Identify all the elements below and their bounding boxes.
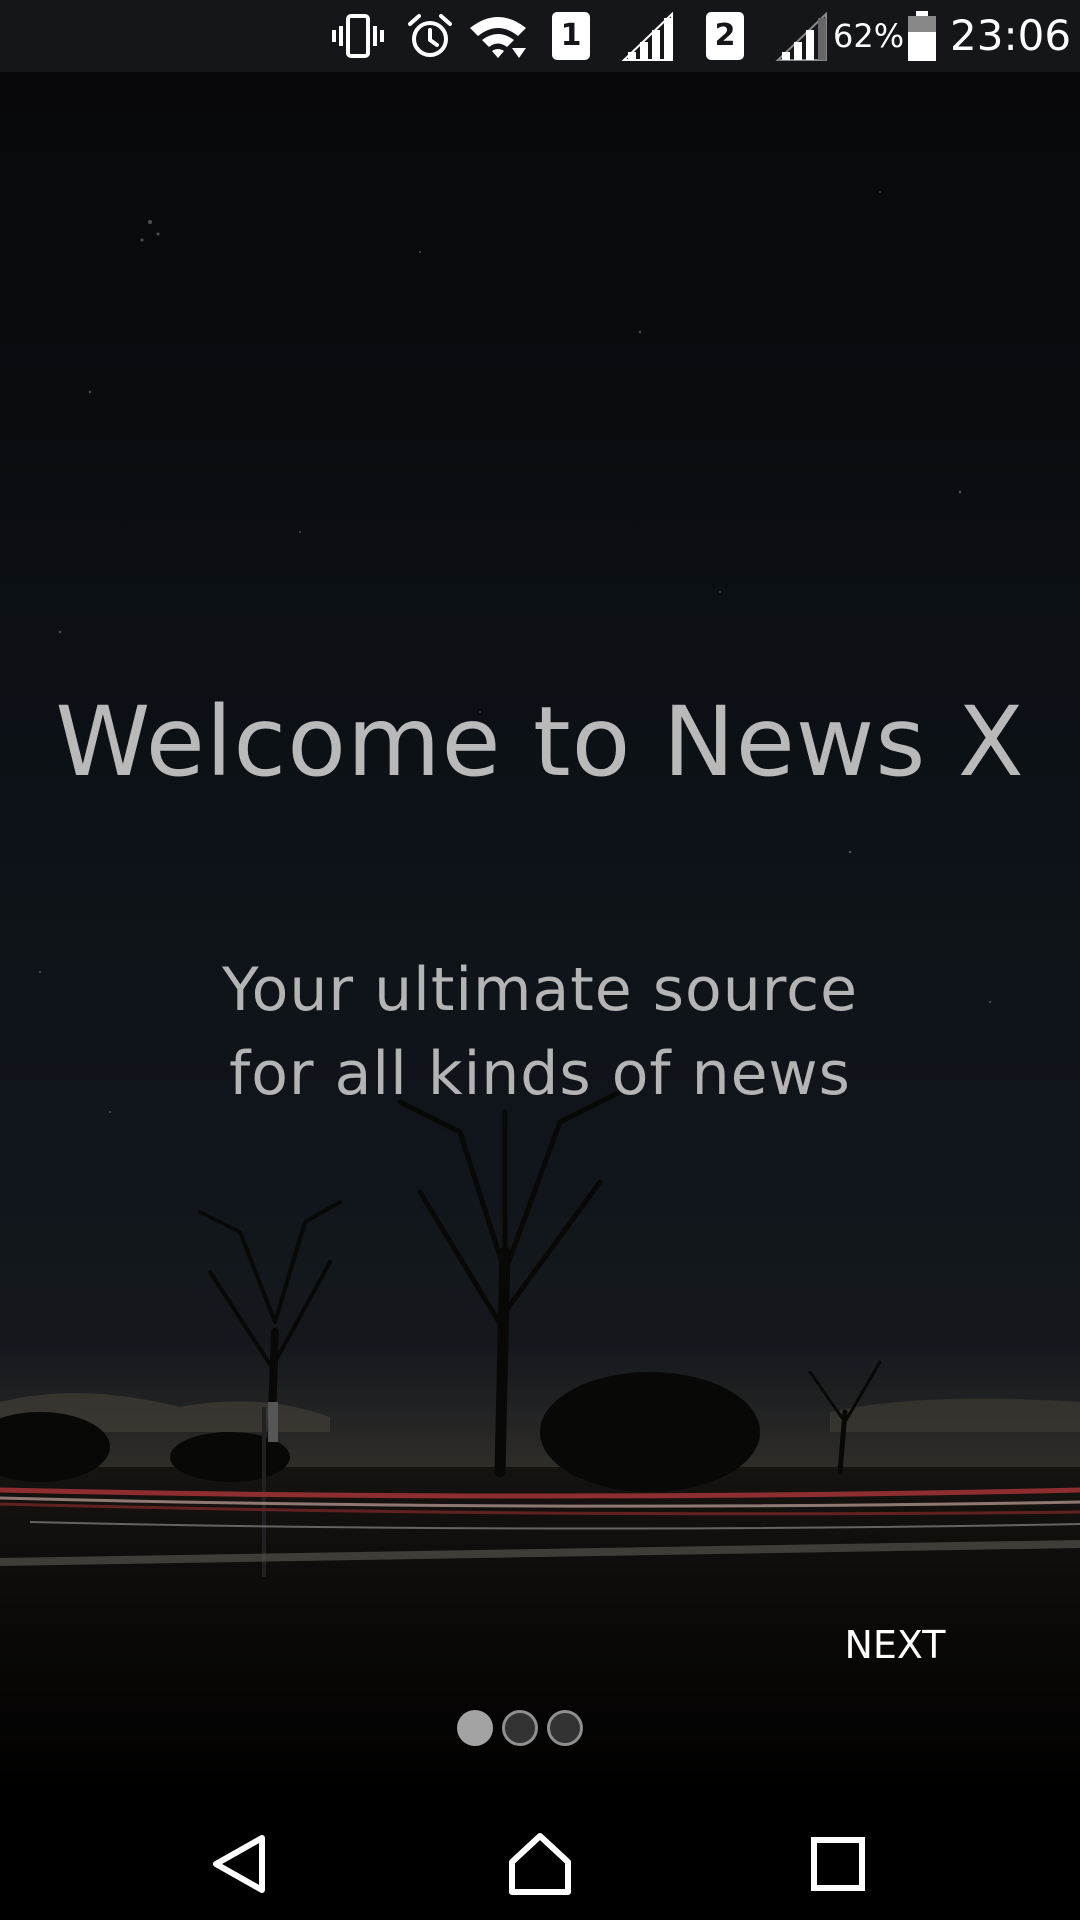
- vibrate-icon: [332, 14, 384, 58]
- page-indicator: [0, 1710, 1080, 1746]
- back-icon: [213, 1835, 265, 1893]
- sim-1-label: 1: [560, 18, 582, 53]
- welcome-title: Welcome to News X: [55, 686, 1025, 798]
- page-dot-2[interactable]: [502, 1710, 538, 1746]
- signal-2-icon: [775, 11, 827, 61]
- next-button[interactable]: NEXT: [820, 1615, 970, 1675]
- navigation-bar: [0, 1808, 1080, 1920]
- sim-2-label: 2: [714, 18, 736, 53]
- background-image: [0, 72, 1080, 1808]
- battery-icon: [908, 11, 936, 61]
- recents-icon: [811, 1837, 865, 1891]
- status-bar: 1 2 62% 23:06: [0, 0, 1080, 72]
- status-clock: 23:06: [950, 11, 1072, 60]
- home-button[interactable]: [502, 1826, 578, 1902]
- alarm-icon: [408, 14, 452, 57]
- home-icon: [509, 1833, 571, 1895]
- night-sky-scene: [0, 72, 1080, 1808]
- battery-percent: 62%: [833, 17, 905, 55]
- signal-1-icon: [621, 11, 673, 61]
- welcome-subtitle: Your ultimate source for all kinds of ne…: [221, 955, 859, 1109]
- page-dot-3[interactable]: [547, 1710, 583, 1746]
- sim-1-icon: 1: [552, 12, 590, 60]
- page-dot-1[interactable]: [457, 1710, 493, 1746]
- back-button[interactable]: [204, 1826, 280, 1902]
- sim-2-icon: 2: [706, 12, 744, 60]
- recents-button[interactable]: [800, 1826, 876, 1902]
- wifi-icon: [470, 17, 526, 58]
